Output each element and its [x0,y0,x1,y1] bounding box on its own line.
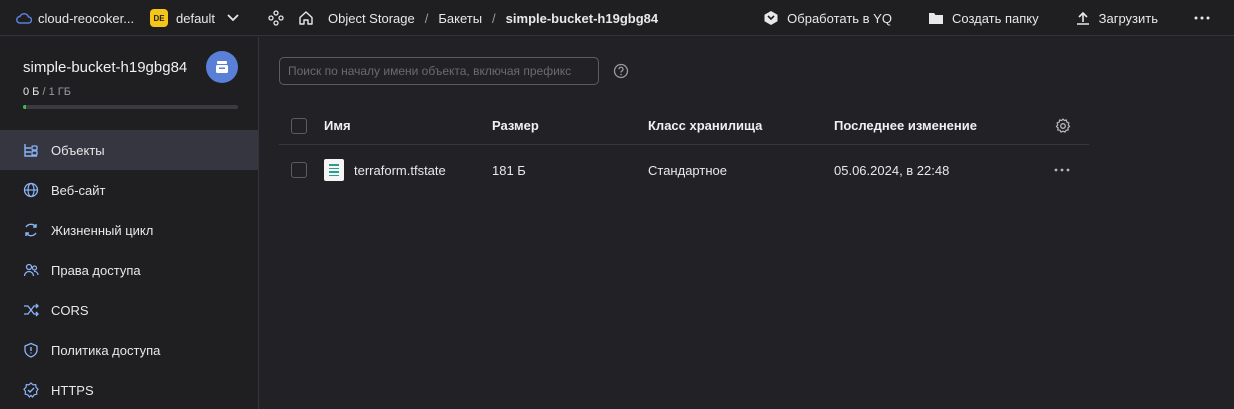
column-header-name[interactable]: Имя [324,107,351,144]
sidebar-item-access-rights[interactable]: Права доступа [0,250,258,290]
search-input[interactable] [279,57,599,85]
bucket-avatar [206,51,238,83]
sidebar-item-lifecycle[interactable]: Жизненный цикл [0,210,258,250]
sidebar-item-access-policy[interactable]: Политика доступа [0,330,258,370]
create-folder-button[interactable]: Создать папку [928,11,1039,26]
column-header-modified[interactable]: Последнее изменение [834,107,977,144]
sidebar-item-website[interactable]: Веб-сайт [0,170,258,210]
more-icon [1194,16,1210,20]
usage-bar-fill [23,105,27,109]
breadcrumb-object-storage[interactable]: Object Storage [328,11,415,26]
sidebar-nav: Объекты Веб-сайт Жизненный цикл Права до… [0,130,258,409]
bucket-title: simple-bucket-h19gbg84 [23,59,188,76]
cors-icon [24,303,39,317]
breadcrumb: Object Storage / Бакеты / simple-bucket-… [268,0,658,36]
process-yq-button[interactable]: Обработать в YQ [763,10,892,26]
process-yq-label: Обработать в YQ [787,10,892,26]
select-all-checkbox[interactable] [291,117,307,134]
select-all-cell [291,107,307,144]
sidebar-item-label: HTTPS [51,382,94,398]
cloud-selector[interactable]: cloud-reocoker... [16,0,134,36]
objects-icon [24,144,38,157]
file-icon [324,159,344,181]
cloud-name: cloud-reocoker... [38,10,135,26]
more-icon [1054,168,1070,172]
row-size: 181 Б [492,162,526,178]
sidebar-item-label: Жизненный цикл [51,222,154,238]
folder-selector[interactable]: DE default [150,0,239,36]
breadcrumb-separator: / [424,10,429,26]
sidebar-item-label: Объекты [51,142,105,158]
row-checkbox[interactable] [291,162,307,178]
sidebar-item-label: Политика доступа [51,342,161,358]
bucket-icon [216,61,228,73]
breadcrumb-buckets[interactable]: Бакеты [438,11,482,26]
folder-name: default [176,10,216,26]
help-icon[interactable] [613,63,629,82]
lifecycle-icon [25,223,37,237]
row-name[interactable]: terraform.tfstate [354,163,446,178]
objects-table: Имя Размер Класс хранилища Последнее изм… [279,107,1089,195]
home-icon[interactable] [298,10,314,26]
upload-icon [1076,11,1089,25]
yq-icon [764,11,778,25]
folder-badge: DE [150,9,168,27]
toolbar-actions: Обработать в YQ Создать папку Загрузить [727,0,1218,36]
upload-button[interactable]: Загрузить [1075,10,1158,26]
sidebar-item-https[interactable]: HTTPS [0,370,258,409]
row-checkbox-cell [291,145,307,195]
table-header: Имя Размер Класс хранилища Последнее изм… [279,107,1089,145]
row-name-cell[interactable]: terraform.tfstate [324,145,446,195]
usage-bar [23,105,238,109]
upload-label: Загрузить [1098,10,1158,26]
cloud-icon [16,12,32,24]
sidebar-item-label: Права доступа [51,262,141,278]
top-bar: cloud-reocoker... DE default Object Stor… [0,0,1234,36]
sidebar: simple-bucket-h19gbg84 0 Б / 1 ГБ Объект… [0,37,259,409]
breadcrumb-separator: / [492,10,496,26]
sidebar-item-objects[interactable]: Объекты [0,130,258,170]
gear-icon [1055,117,1071,133]
services-icon[interactable] [268,10,284,26]
folder-icon [928,13,943,24]
chevron-down-icon [227,14,239,22]
users-icon [23,263,39,277]
table-settings-button[interactable] [1055,107,1071,144]
usage-text: 0 Б / 1 ГБ [23,86,71,98]
row-class: Стандартное [648,162,727,178]
more-actions-button[interactable] [1194,16,1218,20]
shield-icon [24,342,38,358]
row-modified: 05.06.2024, в 22:48 [834,162,950,178]
sidebar-item-cors[interactable]: CORS [0,290,258,330]
column-header-size[interactable]: Размер [492,107,539,144]
sidebar-item-label: CORS [51,302,89,318]
main-content: Имя Размер Класс хранилища Последнее изм… [260,37,1234,409]
https-icon [23,382,39,398]
create-folder-label: Создать папку [951,10,1039,26]
usage-used: 0 Б [23,86,40,98]
row-actions-button[interactable] [1054,145,1070,195]
sidebar-item-label: Веб-сайт [51,182,106,198]
table-row[interactable]: terraform.tfstate 181 Б Стандартное 05.0… [279,145,1089,195]
breadcrumb-current: simple-bucket-h19gbg84 [505,10,659,26]
usage-total: / 1 ГБ [42,86,71,98]
globe-icon [23,182,39,198]
column-header-class[interactable]: Класс хранилища [648,107,762,144]
